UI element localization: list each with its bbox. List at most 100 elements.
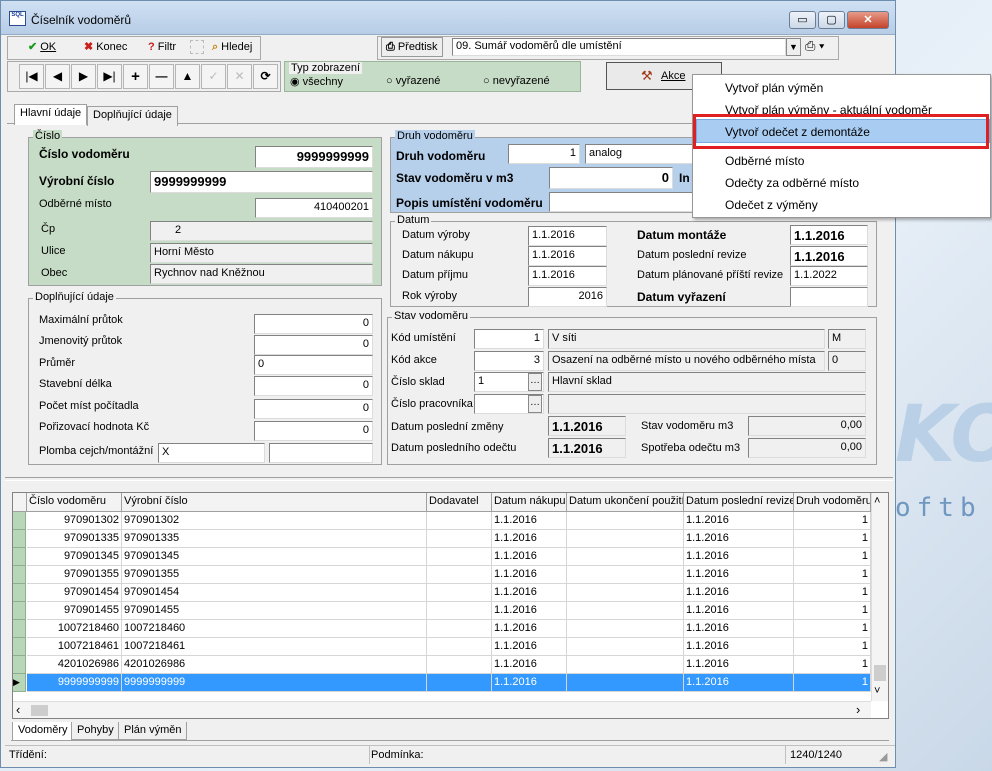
row-indicator[interactable] — [13, 548, 26, 566]
row-indicator[interactable] — [13, 602, 26, 620]
table-row[interactable]: 970901355 970901355 1.1.2016 1.1.2016 1 — [13, 566, 871, 584]
table-cell[interactable]: 1.1.2016 — [684, 566, 794, 584]
table-cell[interactable] — [427, 638, 492, 656]
datum-vyroby-field[interactable]: 1.1.2016 — [528, 226, 607, 246]
predtisk-button[interactable]: ⎙ Předtisk — [381, 37, 443, 57]
stavebni-delka-field[interactable]: 0 — [254, 376, 373, 396]
table-cell[interactable]: 9999999999 — [122, 674, 427, 692]
grid-vscrollbar[interactable]: ˄ ˅ — [871, 493, 888, 701]
sklad-lookup-button[interactable]: … — [528, 373, 542, 391]
post-record-button[interactable]: ✓ — [201, 64, 226, 89]
table-row[interactable]: 970901345 970901345 1.1.2016 1.1.2016 1 — [13, 548, 871, 566]
table-cell[interactable] — [427, 656, 492, 674]
table-cell[interactable] — [567, 566, 684, 584]
table-cell[interactable] — [567, 656, 684, 674]
col-datum-revize[interactable]: Datum poslední revize — [684, 493, 794, 512]
table-cell[interactable] — [427, 530, 492, 548]
table-cell[interactable] — [427, 548, 492, 566]
datum-montaze-field[interactable]: 1.1.2016 — [790, 225, 868, 245]
row-indicator[interactable] — [13, 656, 26, 674]
table-cell[interactable]: 970901454 — [122, 584, 427, 602]
cancel-record-button[interactable]: ✕ — [227, 64, 252, 89]
table-cell[interactable]: 1.1.2016 — [492, 674, 567, 692]
table-cell[interactable]: 970901302 — [27, 512, 122, 530]
datum-nakupu-field[interactable]: 1.1.2016 — [528, 246, 607, 266]
menu-item-odecet-z-demontaze[interactable]: Vytvoř odečet z demontáže — [725, 125, 870, 139]
table-cell[interactable] — [567, 620, 684, 638]
hscroll-thumb[interactable] — [31, 705, 48, 716]
table-cell[interactable]: 970901335 — [27, 530, 122, 548]
table-cell[interactable]: 970901335 — [122, 530, 427, 548]
rok-vyroby-field[interactable]: 2016 — [528, 287, 607, 307]
table-cell[interactable]: 1007218461 — [27, 638, 122, 656]
table-row[interactable]: 4201026986 4201026986 1.1.2016 1.1.2016 1 — [13, 656, 871, 674]
col-datum-nakupu[interactable]: Datum nákupu — [492, 493, 567, 512]
table-cell[interactable] — [567, 530, 684, 548]
table-cell[interactable]: 1.1.2016 — [684, 638, 794, 656]
col-vyrobni-cislo[interactable]: Výrobní číslo — [122, 493, 427, 512]
table-cell[interactable]: 1.1.2016 — [492, 512, 567, 530]
menu-item-odecet-z-vymeny[interactable]: Odečet z výměny — [725, 198, 818, 212]
vyrobni-cislo-field[interactable]: 9999999999 — [150, 171, 373, 193]
filtr-button[interactable]: ? Filtr — [143, 37, 181, 57]
view-type-retired[interactable]: ○ vyřazené — [386, 75, 440, 87]
table-row[interactable]: ▶ 9999999999 9999999999 1.1.2016 1.1.2016 1 — [13, 674, 871, 692]
table-cell[interactable]: 1.1.2016 — [492, 620, 567, 638]
row-indicator[interactable] — [13, 638, 26, 656]
porizovaci-hodnota-field[interactable]: 0 — [254, 421, 373, 441]
first-record-button[interactable]: |◀ — [19, 64, 44, 89]
table-row[interactable]: 970901455 970901455 1.1.2016 1.1.2016 1 — [13, 602, 871, 620]
cislo-vodomeru-field[interactable]: 9999999999 — [255, 146, 373, 168]
row-indicator[interactable] — [13, 584, 26, 602]
menu-item-plan-vymen[interactable]: Vytvoř plán výměn — [725, 81, 823, 95]
tab-vodomery[interactable]: Vodoměry — [12, 722, 74, 741]
table-cell[interactable] — [427, 512, 492, 530]
table-cell[interactable]: 1 — [794, 620, 871, 638]
table-cell[interactable] — [427, 566, 492, 584]
table-cell[interactable]: 1007218461 — [122, 638, 427, 656]
table-cell[interactable] — [567, 638, 684, 656]
col-druh-vodomeru[interactable]: Druh vodoměru — [794, 493, 871, 512]
table-cell[interactable] — [567, 674, 684, 692]
table-cell[interactable]: 970901345 — [27, 548, 122, 566]
table-cell[interactable] — [427, 674, 492, 692]
datum-pristi-revize-field[interactable]: 1.1.2022 — [790, 266, 868, 286]
table-cell[interactable]: 970901454 — [27, 584, 122, 602]
table-cell[interactable]: 1 — [794, 638, 871, 656]
row-indicator[interactable] — [13, 566, 26, 584]
table-cell[interactable]: 970901355 — [122, 566, 427, 584]
popis-umisteni-field[interactable] — [549, 192, 695, 212]
table-cell[interactable]: 1 — [794, 602, 871, 620]
table-cell[interactable] — [427, 620, 492, 638]
ok-button[interactable]: ✔ OK — [23, 37, 61, 57]
table-cell[interactable]: 1007218460 — [122, 620, 427, 638]
col-datum-ukonceni[interactable]: Datum ukončení použití — [567, 493, 684, 512]
table-row[interactable]: 970901454 970901454 1.1.2016 1.1.2016 1 — [13, 584, 871, 602]
table-cell[interactable]: 9999999999 — [27, 674, 122, 692]
table-cell[interactable] — [427, 584, 492, 602]
datum-vyrazeni-field[interactable] — [790, 287, 868, 307]
table-cell[interactable]: 1.1.2016 — [684, 674, 794, 692]
clear-filter-icon[interactable] — [190, 40, 204, 54]
table-cell[interactable] — [567, 512, 684, 530]
col-dodavatel[interactable]: Dodavatel — [427, 493, 492, 512]
table-cell[interactable]: 1.1.2016 — [684, 530, 794, 548]
report-select[interactable]: 09. Sumář vodoměrů dle umístění — [452, 38, 786, 56]
table-cell[interactable]: 1.1.2016 — [492, 602, 567, 620]
menu-item-odecty-za-odberne-misto[interactable]: Odečty za odběrné místo — [725, 176, 859, 190]
table-cell[interactable]: 1 — [794, 656, 871, 674]
table-cell[interactable]: 970901345 — [122, 548, 427, 566]
datum-revize-field[interactable]: 1.1.2016 — [790, 246, 868, 266]
table-cell[interactable]: 4201026986 — [27, 656, 122, 674]
table-cell[interactable] — [567, 584, 684, 602]
print-icon[interactable]: ⎙ ▾ — [805, 38, 835, 56]
resize-grip-icon[interactable]: ◢ — [879, 750, 887, 763]
last-record-button[interactable]: ▶| — [97, 64, 122, 89]
table-cell[interactable]: 1 — [794, 548, 871, 566]
table-cell[interactable] — [427, 602, 492, 620]
tab-hlavni-udaje[interactable]: Hlavní údaje — [14, 104, 88, 125]
table-cell[interactable]: 1 — [794, 530, 871, 548]
row-indicator[interactable] — [13, 512, 26, 530]
grid-hscrollbar[interactable]: ‹ › — [13, 701, 871, 718]
row-indicator[interactable]: ▶ — [13, 674, 26, 692]
